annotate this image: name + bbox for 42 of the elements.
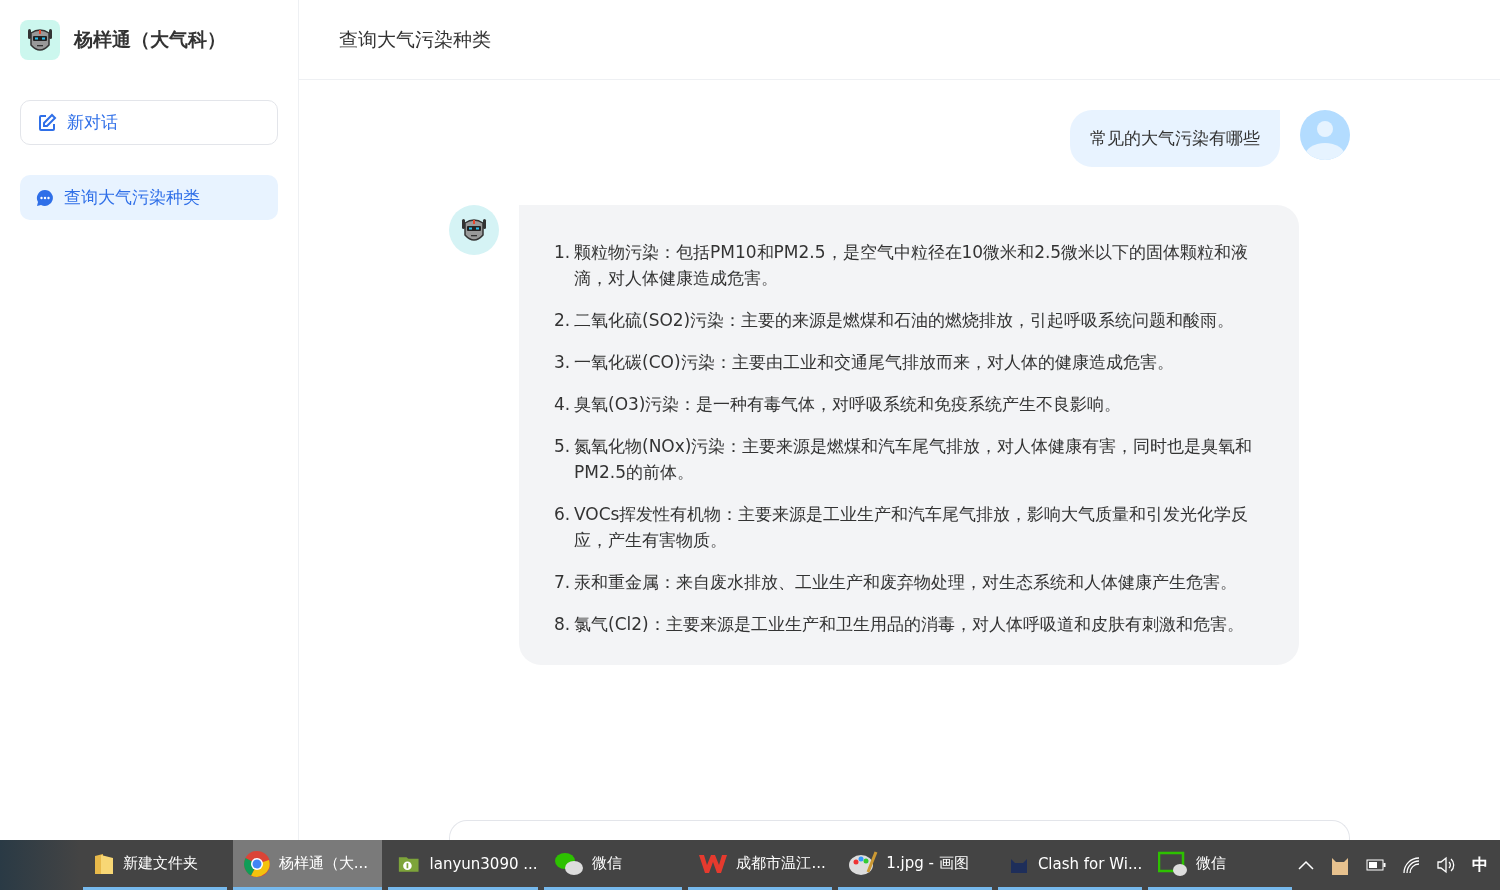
wifi-icon [1402,856,1420,874]
list-number: 7. [554,571,572,594]
chat-title: 查询大气污染种类 [339,26,491,52]
taskbar-item[interactable]: 杨样通（大... [232,840,382,890]
chat-window-icon [1158,850,1189,877]
folder-icon [93,851,115,876]
battery-icon [1366,859,1386,871]
list-item-text: 一氧化碳(CO)污染：主要由工业和交通尾气排放而来，对人体的健康造成危害。 [574,351,1174,374]
list-number: 6. [554,503,572,526]
taskbar-item[interactable]: 微信 [1148,840,1292,890]
list-item-text: 汞和重金属：来自废水排放、工业生产和废弃物处理，对生态系统和人体健康产生危害。 [574,571,1237,594]
edit-icon [37,112,57,133]
chat-bubbles-icon [553,850,584,877]
palette-icon [848,849,879,878]
list-item-text: 臭氧(O3)污染：是一种有毒气体，对呼吸系统和免疫系统产生不良影响。 [574,393,1122,416]
list-number: 3. [554,351,572,374]
input-method-indicator[interactable]: 中 [1472,854,1488,876]
list-number: 8. [554,613,572,636]
taskbar-item[interactable]: 成都市温江... [688,840,833,890]
user-message: 常见的大气污染有哪些 [1070,110,1280,167]
list-number: 1. [554,241,572,264]
new-chat-button[interactable]: 新对话 [20,100,278,145]
list-item-text: 氯气(Cl2)：主要来源是工业生产和卫生用品的消毒，对人体呼吸道和皮肤有刺激和危害。 [574,613,1244,636]
chevron-up-icon [1298,860,1314,870]
taskbar-item[interactable]: 1.jpg - 画图 [838,840,992,890]
speaker-icon [1436,856,1456,874]
list-item-text: 二氧化硫(SO2)污染：主要的来源是燃煤和石油的燃烧排放，引起呼吸系统问题和酸雨。 [574,309,1235,332]
taskbar-item[interactable]: Clash for Wi... [997,840,1143,890]
taskbar-item[interactable]: lanyun3090 ... [387,840,538,890]
list-item-text: VOCs挥发性有机物：主要来源是工业生产和汽车尾气排放，影响大气质量和引发光化学反应，产生有害物质。 [574,503,1250,552]
list-item-text: 颗粒物污染：包括PM10和PM2.5，是空气中粒径在10微米和2.5微米以下的固体颗粒和液滴，对人体健康造成危害。 [574,241,1250,290]
conversation-title: 查询大气污染种类 [64,186,200,209]
taskbar-item[interactable]: 新建文件夹 [83,840,227,890]
list-item-text: 氮氧化物(NOx)污染：主要来源是燃煤和汽车尾气排放，对人体健康有害，同时也是臭氧和PM2.5的前体。 [574,435,1254,484]
taskbar-item[interactable]: 微信 [543,840,683,890]
list-number: 5. [554,435,572,458]
app-title: 杨样通（大气科） [74,27,226,52]
conversation-item[interactable]: 查询大气污染种类 [20,175,278,220]
user-avatar [1300,110,1350,160]
list-number: 4. [554,393,572,416]
list-number: 2. [554,309,572,332]
chat-icon [36,188,54,207]
